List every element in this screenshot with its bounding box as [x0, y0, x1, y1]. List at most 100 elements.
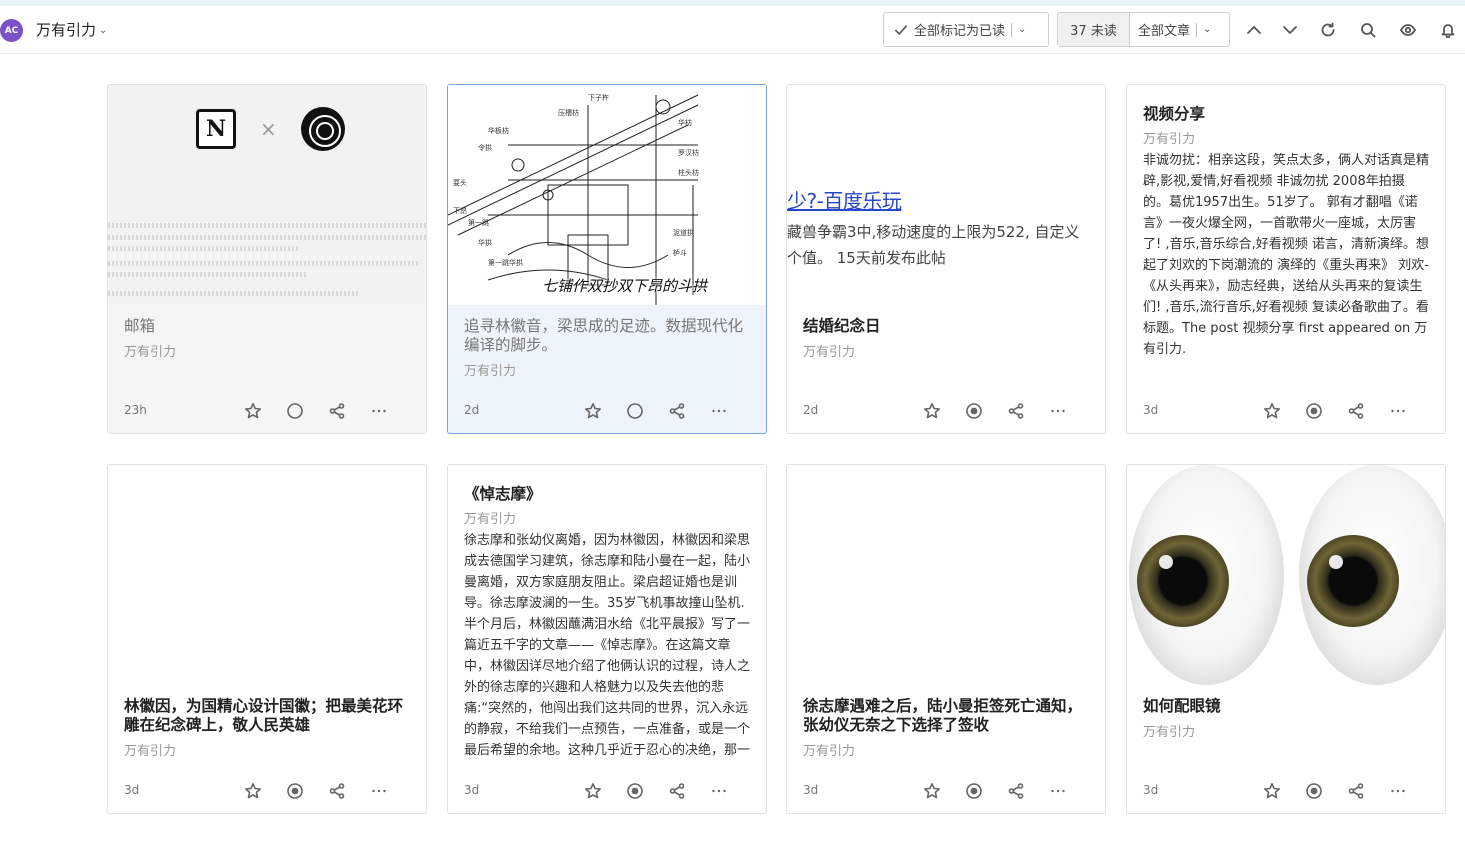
star-icon[interactable] — [582, 400, 604, 422]
article-title[interactable]: 林徽因，为国精心设计国徽；把最美花环雕在纪念碑上，敬人民英雄 — [124, 697, 410, 735]
image-text-line: 少?-百度乐玩 — [787, 189, 902, 213]
mark-all-read-button[interactable]: 全部标记为已读 ⌄ — [884, 13, 1032, 46]
article-filter-dropdown[interactable]: 全部文章 ⌄ — [1130, 13, 1219, 46]
svg-text:令拱: 令拱 — [478, 143, 492, 152]
mark-all-read-group: 全部标记为已读 ⌄ — [883, 12, 1049, 47]
eye-icon[interactable] — [1397, 19, 1419, 41]
article-thumbnail: 压槽枋 下子杵 华板枋 令拱 耍头 下昂 第一跳 华拱 第一跳华拱 华枋 罗汉枋 柱头枋 泥… — [448, 85, 766, 305]
article-age: 23h — [124, 403, 147, 417]
image-text-line: 个值。 15天前发布此帖 — [787, 249, 946, 267]
feed-title-dropdown[interactable]: 万有引力 ⌄ — [36, 19, 107, 40]
article-card[interactable]: 林徽因，为国精心设计国徽；把最美花环雕在纪念碑上，敬人民英雄 万有引力 3d — [107, 464, 427, 814]
article-filter-label: 全部文章 — [1138, 24, 1191, 39]
dot-circle-icon[interactable] — [1303, 400, 1325, 422]
dot-circle-icon[interactable] — [963, 780, 985, 802]
article-age: 3d — [803, 783, 819, 797]
star-icon[interactable] — [1261, 780, 1283, 802]
dot-circle-icon[interactable] — [284, 780, 306, 802]
svg-text:压槽枋: 压槽枋 — [558, 108, 579, 117]
chevron-down-icon[interactable] — [1279, 19, 1301, 41]
article-age: 3d — [124, 783, 140, 797]
share-icon[interactable] — [326, 780, 348, 802]
filter-group: 37 未读 全部文章 ⌄ — [1057, 12, 1230, 47]
article-card[interactable]: 《悼志摩》 万有引力 徐志摩和张幼仪离婚，因为林徽因，林徽因和梁思成去德国学习建… — [447, 464, 767, 814]
svg-text:华板枋: 华板枋 — [488, 126, 509, 135]
times-icon: × — [260, 117, 277, 141]
article-title[interactable]: 邮箱 — [124, 317, 410, 336]
swirl-logo — [300, 107, 345, 151]
circle-icon[interactable] — [284, 400, 306, 422]
share-icon[interactable] — [326, 400, 348, 422]
star-icon[interactable] — [921, 780, 943, 802]
avatar[interactable]: AC — [0, 19, 23, 42]
bell-icon[interactable] — [1437, 19, 1459, 41]
chevron-down-icon[interactable]: ⌄ — [1018, 24, 1026, 35]
feed-title: 万有引力 — [36, 21, 97, 39]
article-card[interactable]: 压槽枋 下子杵 华板枋 令拱 耍头 下昂 第一跳 华拱 第一跳华拱 华枋 罗汉枋 柱头枋 泥… — [447, 84, 767, 434]
article-title[interactable]: 追寻林徽音，梁思成的足迹。数据现代化编译的脚步。 — [464, 317, 750, 355]
refresh-icon[interactable] — [1317, 19, 1339, 41]
mark-all-read-label: 全部标记为已读 — [914, 24, 1006, 39]
star-icon[interactable] — [582, 780, 604, 802]
article-card[interactable]: 徐志摩遇难之后，陆小曼拒签死亡通知，张幼仪无奈之下选择了签收 万有引力 3d — [786, 464, 1106, 814]
unread-count[interactable]: 37 未读 — [1058, 13, 1129, 46]
article-card[interactable]: 视频分享 万有引力 非诚勿扰：相亲这段，笑点太多，俩人对话真是精辟,影视,爱情,… — [1126, 84, 1446, 434]
article-source: 万有引力 — [464, 512, 517, 527]
share-icon[interactable] — [1005, 400, 1027, 422]
dot-circle-icon[interactable] — [1303, 780, 1325, 802]
article-title[interactable]: 《悼志摩》 — [464, 485, 750, 504]
share-icon[interactable] — [1345, 400, 1367, 422]
chevron-down-icon: ⌄ — [1203, 24, 1212, 35]
share-icon[interactable] — [1345, 780, 1367, 802]
more-icon[interactable] — [708, 400, 730, 422]
article-thumbnail — [1127, 465, 1445, 685]
article-thumbnail: N × — [108, 85, 426, 305]
divider — [1196, 22, 1198, 37]
article-source: 万有引力 — [124, 345, 177, 360]
article-thumbnail: 少?-百度乐玩 藏兽争霸3中,移动速度的上限为522, 自定义 个值。 15天前… — [787, 85, 1105, 305]
svg-text:华枋: 华枋 — [678, 118, 692, 127]
star-icon[interactable] — [242, 780, 264, 802]
dot-circle-icon[interactable] — [624, 780, 646, 802]
article-source: 万有引力 — [803, 345, 856, 360]
svg-text:罗汉枋: 罗汉枋 — [678, 148, 699, 157]
chevron-down-icon: ⌄ — [99, 25, 108, 36]
article-source: 万有引力 — [1143, 132, 1196, 147]
more-icon[interactable] — [708, 780, 730, 802]
more-icon[interactable] — [368, 400, 390, 422]
eye-image — [1129, 465, 1284, 685]
article-card[interactable]: N × 邮箱 万有引力 23h — [107, 84, 427, 434]
article-age: 2d — [803, 403, 819, 417]
article-excerpt: 徐志摩和张幼仪离婚，因为林徽因，林徽因和梁思成去德国学习建筑，徐志摩和陆小曼在一… — [464, 533, 750, 758]
image-text-line: 藏兽争霸3中,移动速度的上限为522, 自定义 — [787, 223, 1080, 241]
article-title[interactable]: 结婚纪念日 — [803, 317, 1089, 336]
article-title[interactable]: 徐志摩遇难之后，陆小曼拒签死亡通知，张幼仪无奈之下选择了签收 — [803, 697, 1089, 735]
divider — [1011, 22, 1013, 37]
article-age: 3d — [464, 783, 480, 797]
article-card[interactable]: 少?-百度乐玩 藏兽争霸3中,移动速度的上限为522, 自定义 个值。 15天前… — [786, 84, 1106, 434]
svg-text:第一跳华拱: 第一跳华拱 — [488, 258, 523, 267]
star-icon[interactable] — [921, 400, 943, 422]
svg-text:第一跳: 第一跳 — [468, 218, 489, 227]
more-icon[interactable] — [1387, 400, 1409, 422]
article-title[interactable]: 如何配眼镜 — [1143, 697, 1429, 716]
chevron-up-icon[interactable] — [1243, 19, 1265, 41]
notion-logo: N — [196, 109, 236, 149]
dot-circle-icon[interactable] — [963, 400, 985, 422]
circle-icon[interactable] — [624, 400, 646, 422]
search-icon[interactable] — [1357, 19, 1379, 41]
share-icon[interactable] — [1005, 780, 1027, 802]
article-title[interactable]: 视频分享 — [1143, 105, 1429, 124]
article-card[interactable]: 如何配眼镜 万有引力 3d — [1126, 464, 1446, 814]
star-icon[interactable] — [1261, 400, 1283, 422]
star-icon[interactable] — [242, 400, 264, 422]
more-icon[interactable] — [368, 780, 390, 802]
more-icon[interactable] — [1387, 780, 1409, 802]
share-icon[interactable] — [666, 400, 688, 422]
more-icon[interactable] — [1047, 780, 1069, 802]
svg-text:栌斗: 栌斗 — [673, 248, 687, 257]
article-age: 3d — [1143, 783, 1159, 797]
article-excerpt: 非诚勿扰：相亲这段，笑点太多，俩人对话真是精辟,影视,爱情,好看视频 非诚勿扰 … — [1143, 153, 1429, 357]
more-icon[interactable] — [1047, 400, 1069, 422]
share-icon[interactable] — [666, 780, 688, 802]
